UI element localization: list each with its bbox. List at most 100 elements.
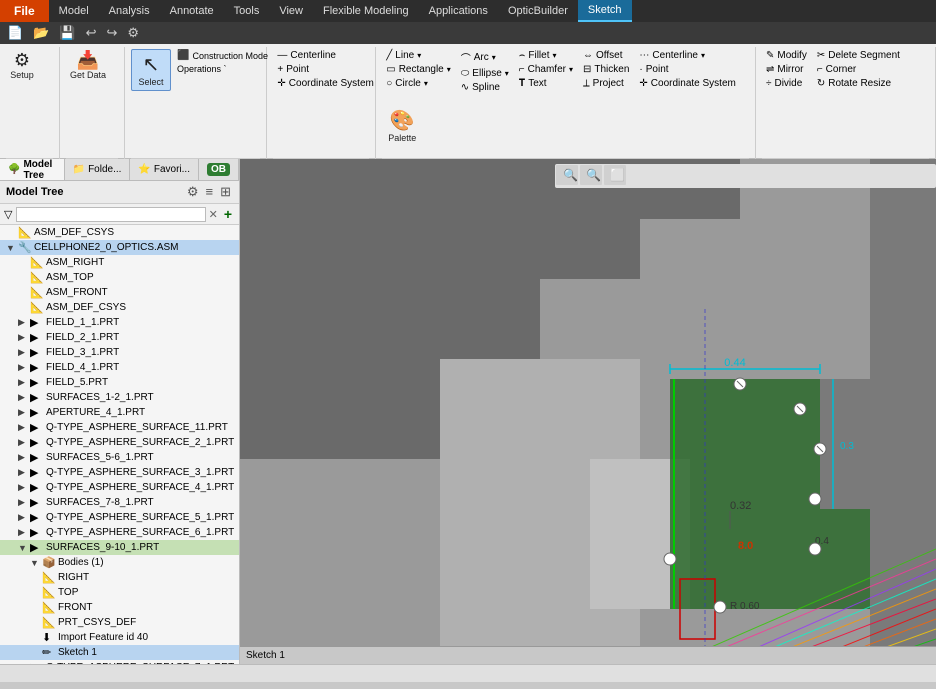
- menu-annotate[interactable]: Annotate: [160, 0, 224, 22]
- tree-arrow[interactable]: ▶: [18, 362, 30, 373]
- tree-item-asm_def[interactable]: 📐ASM_DEF_CSYS: [0, 225, 239, 240]
- qa-save[interactable]: 💾: [56, 24, 78, 42]
- fillet-dropdown[interactable]: ▾: [553, 51, 557, 60]
- thicken-btn[interactable]: ⊟ Thicken: [579, 63, 633, 76]
- centerline-btn[interactable]: — Centerline: [273, 49, 377, 62]
- tree-item-q_asphere_51[interactable]: ▶▶Q-TYPE_ASPHERE_SURFACE_5_1.PRT: [0, 510, 239, 525]
- menu-model[interactable]: Model: [49, 0, 99, 22]
- qa-new[interactable]: 📄: [4, 24, 26, 42]
- tab-ob[interactable]: OB: [199, 159, 239, 180]
- tree-arrow[interactable]: ▶: [18, 527, 30, 538]
- menu-flexible-modeling[interactable]: Flexible Modeling: [313, 0, 419, 22]
- chamfer-btn[interactable]: ⌐ Chamfer ▾: [515, 63, 577, 76]
- line-dropdown[interactable]: ▾: [417, 51, 421, 60]
- tree-item-field_1[interactable]: ▶▶FIELD_1_1.PRT: [0, 315, 239, 330]
- tree-arrow[interactable]: ▶: [18, 662, 30, 664]
- modify-btn[interactable]: ✎ Modify: [762, 49, 811, 62]
- tree-arrow[interactable]: ▶: [18, 497, 30, 508]
- tree-item-field_2[interactable]: ▶▶FIELD_2_1.PRT: [0, 330, 239, 345]
- tree-arrow[interactable]: ▼: [6, 243, 18, 253]
- search-add-btn[interactable]: +: [221, 206, 235, 222]
- tree-arrow[interactable]: ▶: [18, 332, 30, 343]
- coord-system-sketch-btn[interactable]: ✛ Coordinate System: [635, 77, 739, 90]
- tree-item-q_asphere_11[interactable]: ▶▶Q-TYPE_ASPHERE_SURFACE_11.PRT: [0, 420, 239, 435]
- tab-model-tree[interactable]: 🌳 Model Tree: [0, 159, 65, 180]
- tree-item-field_4[interactable]: ▶▶FIELD_4_1.PRT: [0, 360, 239, 375]
- tree-arrow[interactable]: ▶: [18, 347, 30, 358]
- tree-list-btn[interactable]: ≡: [204, 184, 216, 200]
- tree-item-asm_top[interactable]: 📐ASM_TOP: [0, 270, 239, 285]
- operations-btn[interactable]: Operations `: [173, 63, 272, 75]
- tree-item-field_3[interactable]: ▶▶FIELD_3_1.PRT: [0, 345, 239, 360]
- tree-arrow[interactable]: ▶: [18, 422, 30, 433]
- tree-item-top[interactable]: 📐TOP: [0, 585, 239, 600]
- text-btn[interactable]: 𝐓 Text: [515, 77, 577, 90]
- tree-item-import_feature[interactable]: ⬇Import Feature id 40: [0, 630, 239, 645]
- tree-item-front[interactable]: 📐FRONT: [0, 600, 239, 615]
- divide-btn[interactable]: ÷ Divide: [762, 77, 811, 90]
- tree-item-asm_front[interactable]: 📐ASM_FRONT: [0, 285, 239, 300]
- tree-settings-btn[interactable]: ⚙: [185, 184, 201, 200]
- tree-item-q_asphere_41[interactable]: ▶▶Q-TYPE_ASPHERE_SURFACE_4_1.PRT: [0, 480, 239, 495]
- tree-item-surfaces_9[interactable]: ▼▶SURFACES_9-10_1.PRT: [0, 540, 239, 555]
- tree-item-sketch1[interactable]: ✏Sketch 1: [0, 645, 239, 660]
- line-btn[interactable]: ╱ Line ▾: [382, 49, 455, 62]
- menu-view[interactable]: View: [269, 0, 313, 22]
- tree-item-q_asphere_21[interactable]: ▶▶Q-TYPE_ASPHERE_SURFACE_2_1.PRT: [0, 435, 239, 450]
- menu-applications[interactable]: Applications: [419, 0, 498, 22]
- rectangle-btn[interactable]: ▭ Rectangle ▾: [382, 63, 455, 76]
- search-input[interactable]: [16, 207, 205, 222]
- ellipse-btn[interactable]: ⬭ Ellipse ▾: [457, 67, 513, 80]
- centerline2-btn[interactable]: ⋯ Centerline ▾: [635, 49, 739, 62]
- tree-item-aperture[interactable]: ▶▶APERTURE_4_1.PRT: [0, 405, 239, 420]
- tree-item-bodies[interactable]: ▼📦Bodies (1): [0, 555, 239, 570]
- arc-dropdown[interactable]: ▾: [492, 53, 496, 62]
- tree-arrow[interactable]: ▶: [18, 407, 30, 418]
- tree-item-field_5[interactable]: ▶▶FIELD_5.PRT: [0, 375, 239, 390]
- tab-favorites[interactable]: ⭐ Favori...: [130, 159, 199, 180]
- tree-item-surfaces_5[interactable]: ▶▶SURFACES_5-6_1.PRT: [0, 450, 239, 465]
- search-clear-btn[interactable]: ✕: [206, 208, 221, 221]
- tree-columns-btn[interactable]: ⊞: [218, 184, 233, 200]
- tree-item-right[interactable]: 📐RIGHT: [0, 570, 239, 585]
- construction-mode-btn[interactable]: ⬛ Construction Mode: [173, 49, 272, 62]
- rotate-resize-btn[interactable]: ↻ Rotate Resize: [813, 77, 904, 90]
- tree-arrow[interactable]: ▶: [18, 392, 30, 403]
- tree-arrow[interactable]: ▶: [18, 317, 30, 328]
- circle-btn[interactable]: ○ Circle ▾: [382, 77, 455, 90]
- tree-arrow[interactable]: ▶: [18, 377, 30, 388]
- project-btn[interactable]: ⟂ Project: [579, 77, 633, 90]
- delete-segment-btn[interactable]: ✂ Delete Segment: [813, 49, 904, 62]
- tree-arrow[interactable]: ▼: [18, 543, 30, 553]
- tree-arrow[interactable]: ▶: [18, 467, 30, 478]
- qa-undo[interactable]: ↩: [83, 24, 100, 42]
- tree-arrow[interactable]: ▼: [30, 558, 42, 568]
- tree-arrow[interactable]: ▶: [18, 512, 30, 523]
- point-sketch-btn[interactable]: · Point: [635, 63, 739, 76]
- mirror-btn[interactable]: ⇌ Mirror: [762, 63, 811, 76]
- arc-btn[interactable]: ⌒ Arc ▾: [457, 49, 513, 66]
- ellipse-dropdown[interactable]: ▾: [505, 69, 509, 78]
- tree-arrow[interactable]: ▶: [18, 437, 30, 448]
- tree-arrow[interactable]: ▶: [18, 452, 30, 463]
- tree-item-asm_def_csys[interactable]: 📐ASM_DEF_CSYS: [0, 300, 239, 315]
- tree-item-surfaces_7[interactable]: ▶▶SURFACES_7-8_1.PRT: [0, 495, 239, 510]
- tree-item-q_asphere_61[interactable]: ▶▶Q-TYPE_ASPHERE_SURFACE_6_1.PRT: [0, 525, 239, 540]
- qa-settings[interactable]: ⚙: [124, 24, 142, 42]
- setup-button[interactable]: ⚙ Setup: [6, 49, 38, 83]
- tree-item-asm_right[interactable]: 📐ASM_RIGHT: [0, 255, 239, 270]
- tree-item-cellphone[interactable]: ▼🔧CELLPHONE2_0_OPTICS.ASM: [0, 240, 239, 255]
- getdata-button[interactable]: 📥 Get Data: [66, 49, 110, 83]
- coord-system-datum-btn[interactable]: ✛ Coordinate System: [273, 77, 377, 90]
- chamfer-dropdown[interactable]: ▾: [569, 65, 573, 74]
- qa-redo[interactable]: ↪: [103, 24, 120, 42]
- menu-tools[interactable]: Tools: [224, 0, 270, 22]
- menu-sketch[interactable]: Sketch: [578, 0, 632, 22]
- tree-item-q_asphere_71[interactable]: ▶▶Q-TYPE_ASPHERE_SURFACE_7_1.PRT: [0, 660, 239, 664]
- point-datum-btn[interactable]: + Point: [273, 63, 377, 76]
- menu-analysis[interactable]: Analysis: [99, 0, 160, 22]
- centerline2-dropdown[interactable]: ▾: [701, 51, 705, 60]
- qa-open[interactable]: 📂: [30, 24, 52, 42]
- fillet-btn[interactable]: ⌢ Fillet ▾: [515, 49, 577, 62]
- menu-file[interactable]: File: [0, 0, 49, 22]
